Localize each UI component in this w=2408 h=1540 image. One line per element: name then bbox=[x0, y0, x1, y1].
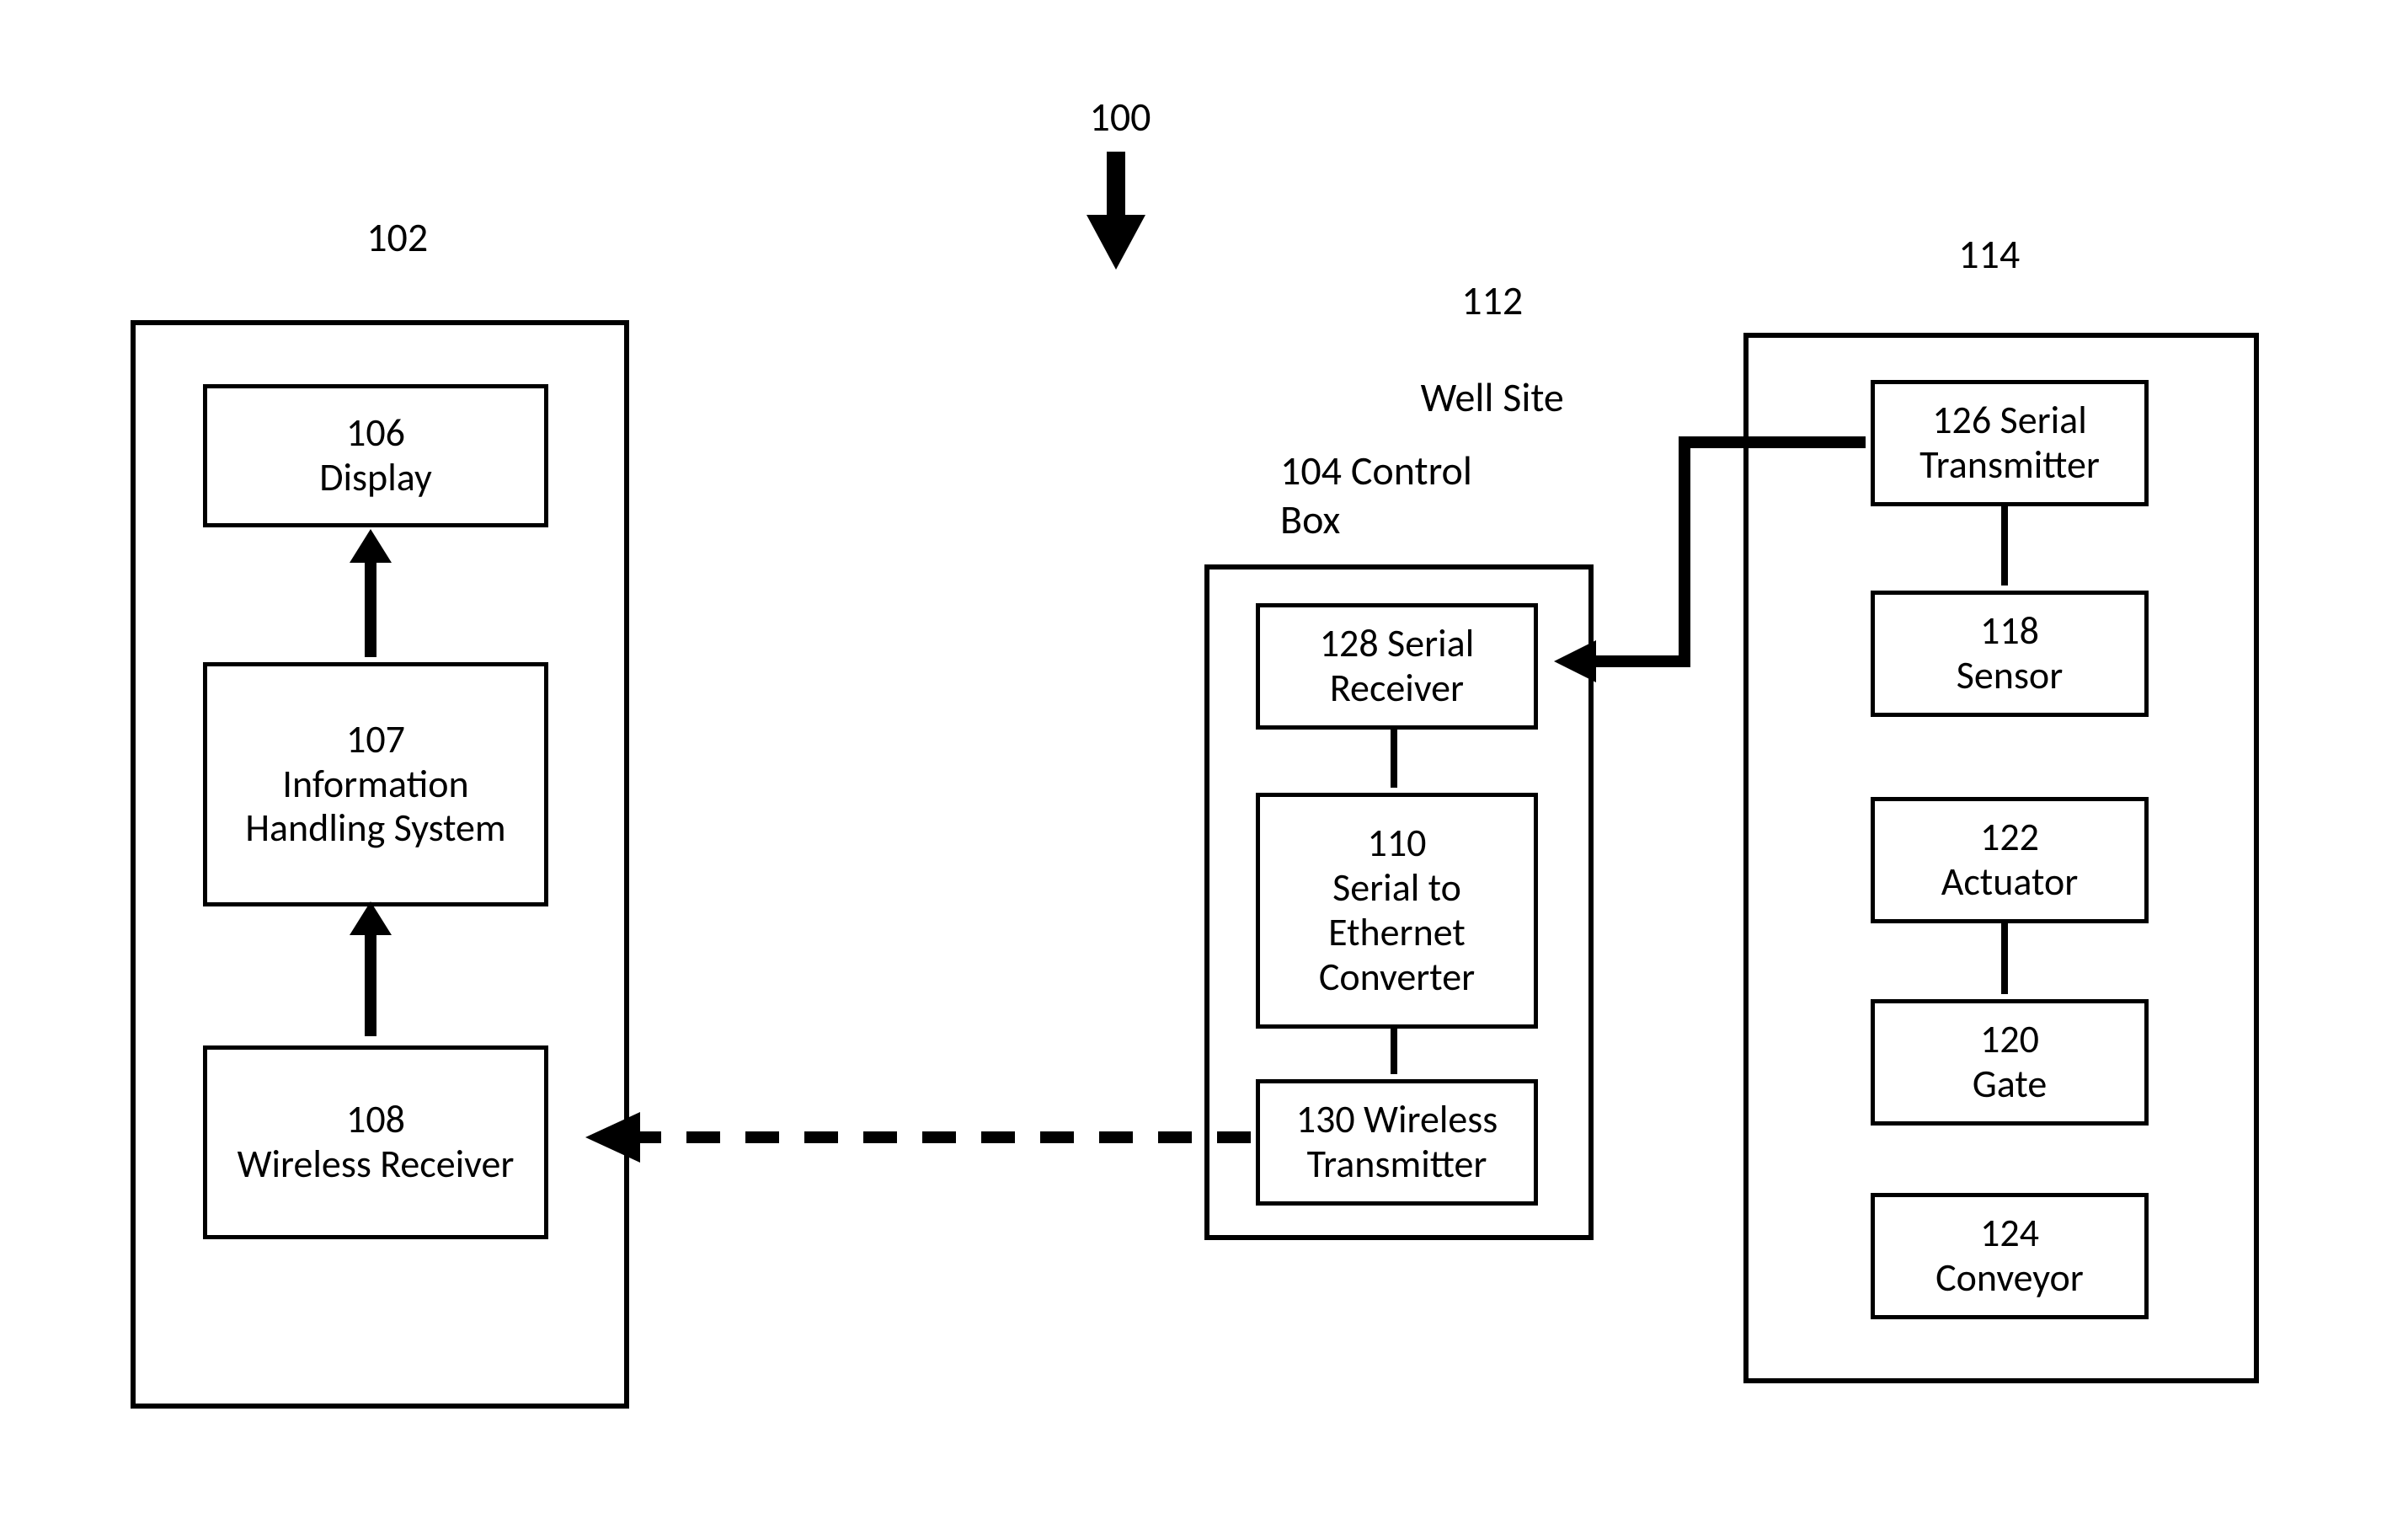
sensor-ref: 118 bbox=[1980, 609, 2039, 654]
block-serial-receiver: 128 Serial Receiver bbox=[1256, 603, 1538, 730]
conveyor-ref: 124 bbox=[1980, 1211, 2039, 1256]
gate-ref: 120 bbox=[1980, 1018, 2039, 1062]
diagram-canvas: 100 112 Well Site 102 Datavan 114 Proppa… bbox=[0, 0, 2408, 1540]
block-conveyor: 124 Conveyor bbox=[1871, 1193, 2149, 1319]
wellsite-ref: 112 bbox=[1461, 275, 1523, 325]
proppant-ref: 114 bbox=[1958, 229, 2020, 279]
wtx-full: 130 Wireless Transmitter bbox=[1268, 1098, 1525, 1187]
block-gate: 120 Gate bbox=[1871, 999, 2149, 1126]
wrx-ref: 108 bbox=[346, 1098, 405, 1142]
ref-100: 100 bbox=[1070, 93, 1171, 142]
block-display: 106 Display bbox=[203, 384, 548, 527]
block-sensor: 118 Sensor bbox=[1871, 591, 2149, 717]
block-serial-transmitter: 126 Serial Transmitter bbox=[1871, 380, 2149, 506]
s2e-ref: 110 bbox=[1368, 821, 1427, 866]
conveyor-name: Conveyor bbox=[1935, 1256, 2084, 1301]
ihs-name: Information Handling System bbox=[216, 762, 536, 852]
sensor-name: Sensor bbox=[1957, 654, 2063, 698]
display-name: Display bbox=[319, 456, 432, 500]
wellsite-label: 112 Well Site bbox=[1348, 227, 1600, 470]
s2e-name: Serial to Ethernet Converter bbox=[1268, 866, 1525, 1000]
controlbox-ref: 104 bbox=[1280, 446, 1342, 495]
block-actuator: 122 Actuator bbox=[1871, 797, 2149, 923]
stx-full: 126 Serial Transmitter bbox=[1883, 398, 2136, 488]
controlbox-container: 128 Serial Receiver 110 Serial to Ethern… bbox=[1204, 564, 1594, 1240]
block-wireless-receiver: 108 Wireless Receiver bbox=[203, 1045, 548, 1239]
actuator-ref: 122 bbox=[1980, 815, 2039, 860]
proppant-container: 126 Serial Transmitter 118 Sensor 122 Ac… bbox=[1743, 333, 2259, 1383]
actuator-name: Actuator bbox=[1941, 860, 2079, 905]
srx-full: 128 Serial Receiver bbox=[1268, 622, 1525, 711]
controlbox-label: 104 Control Box bbox=[1280, 446, 1583, 543]
datavan-ref: 102 bbox=[366, 212, 428, 262]
block-ihs: 107 Information Handling System bbox=[203, 662, 548, 906]
ihs-ref: 107 bbox=[346, 718, 405, 762]
block-wireless-transmitter: 130 Wireless Transmitter bbox=[1256, 1079, 1538, 1206]
display-ref: 106 bbox=[346, 411, 405, 456]
block-serial-ethernet-converter: 110 Serial to Ethernet Converter bbox=[1256, 793, 1538, 1029]
wrx-name: Wireless Receiver bbox=[238, 1142, 515, 1187]
wellsite-name: Well Site bbox=[1421, 372, 1564, 422]
datavan-container: 106 Display 107 Information Handling Sys… bbox=[131, 320, 629, 1409]
gate-name: Gate bbox=[1973, 1062, 2047, 1107]
